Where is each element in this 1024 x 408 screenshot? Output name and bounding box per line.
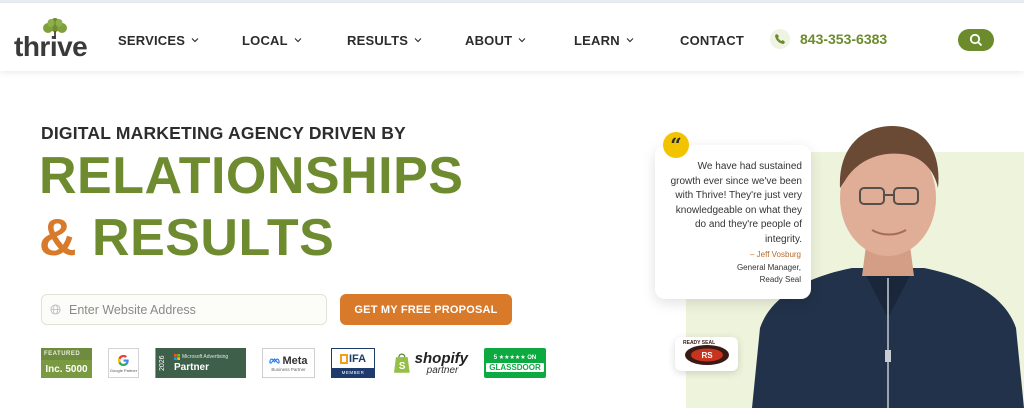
google-partner-label: Google Partner: [109, 367, 138, 373]
meta-label: Meta: [282, 354, 308, 367]
free-proposal-button[interactable]: GET MY FREE PROPOSAL: [340, 294, 512, 325]
phone-number: 843-353-6383: [800, 31, 888, 47]
google-g-icon: [117, 354, 129, 366]
nav-item-label: CONTACT: [680, 32, 744, 48]
microsoft-partner-badge: 2026 Microsoft Advertising Partner: [155, 348, 246, 378]
meta-sub-label: Business Partner: [271, 366, 306, 372]
glassdoor-badge: 5 ★★★★★ ON GLASSDOOR: [484, 348, 546, 378]
nav-item-contact[interactable]: CONTACT: [680, 30, 744, 50]
chevron-down-icon: [191, 38, 199, 43]
ifa-member-label: MEMBER: [332, 368, 374, 377]
headline-results: RESULTS: [92, 209, 335, 267]
thrive-logo[interactable]: thrive: [14, 17, 88, 62]
meta-partner-badge: Meta Business Partner: [262, 348, 315, 378]
shopify-partner-badge: S shopify partner: [393, 348, 468, 378]
search-icon: [969, 33, 983, 47]
headline-ampersand: &: [39, 209, 78, 267]
nav-item-services[interactable]: SERVICES: [118, 30, 200, 50]
testimonial-text: We have had sustained growth ever since …: [670, 161, 802, 245]
nav-item-learn[interactable]: LEARN: [574, 30, 635, 50]
chevron-down-icon: [518, 38, 526, 43]
meta-logo-icon: [269, 358, 281, 364]
ms-year: 2026: [155, 348, 169, 378]
site-header: thrive SERVICES LOCAL RESULTS ABOUT LEAR…: [0, 3, 1024, 71]
nav-item-about[interactable]: ABOUT: [465, 30, 527, 50]
glassdoor-label: GLASSDOOR: [486, 363, 544, 372]
ms-small-label: Microsoft Advertising: [182, 353, 229, 360]
author-company: Ready Seal: [759, 274, 801, 284]
nav-item-label: ABOUT: [465, 32, 513, 48]
nav-item-label: RESULTS: [347, 32, 409, 48]
microsoft-logo-icon: [174, 353, 180, 360]
phone-link[interactable]: 843-353-6383: [770, 29, 887, 49]
nav-item-local[interactable]: LOCAL: [242, 30, 303, 50]
nav-item-label: LEARN: [574, 32, 620, 48]
hero-headline-line2: & RESULTS: [39, 212, 334, 264]
ms-partner-label: Partner: [174, 361, 210, 373]
svg-text:S: S: [399, 361, 406, 372]
testimonial-role: General Manager, Ready Seal: [668, 262, 801, 285]
chevron-down-icon: [626, 38, 634, 43]
inc-featured-label: FEATURED: [41, 348, 92, 360]
nav-item-label: LOCAL: [242, 32, 288, 48]
inc-label: Inc. 5000: [41, 360, 92, 378]
ready-seal-label: READY SEAL: [683, 340, 716, 346]
shopify-partner-label: partner: [426, 364, 459, 376]
testimonial-author: – Jeff Vosburg: [750, 250, 801, 259]
nav-item-results[interactable]: RESULTS: [347, 30, 423, 50]
globe-icon: [50, 304, 61, 315]
chevron-down-icon: [294, 38, 302, 43]
shopify-bag-icon: S: [393, 353, 410, 373]
hero-headline-line1: RELATIONSHIPS: [39, 147, 464, 205]
ifa-label: IFA: [348, 352, 367, 365]
website-url-field[interactable]: [41, 294, 327, 325]
glassdoor-rating: 5 ★★★★★ ON: [493, 355, 537, 361]
inc-5000-badge: FEATURED Inc. 5000: [41, 348, 92, 378]
google-partner-badge: Google Partner: [108, 348, 139, 378]
chevron-down-icon: [414, 38, 422, 43]
shopify-label: shopify: [414, 349, 468, 367]
quote-icon: “: [663, 132, 689, 158]
svg-text:RS: RS: [701, 351, 713, 360]
nav-item-label: SERVICES: [118, 32, 186, 48]
phone-icon: [770, 29, 790, 49]
ifa-member-badge: IFA MEMBER: [331, 348, 375, 378]
logo-wordmark: thrive: [14, 31, 88, 62]
search-button[interactable]: [958, 29, 994, 51]
website-url-input[interactable]: [69, 302, 309, 317]
author-title: General Manager,: [736, 263, 801, 272]
ready-seal-logo: RS READY SEAL: [675, 337, 738, 371]
hero-eyebrow: DIGITAL MARKETING AGENCY DRIVEN BY: [41, 123, 406, 143]
ifa-mark-icon: [339, 353, 348, 364]
